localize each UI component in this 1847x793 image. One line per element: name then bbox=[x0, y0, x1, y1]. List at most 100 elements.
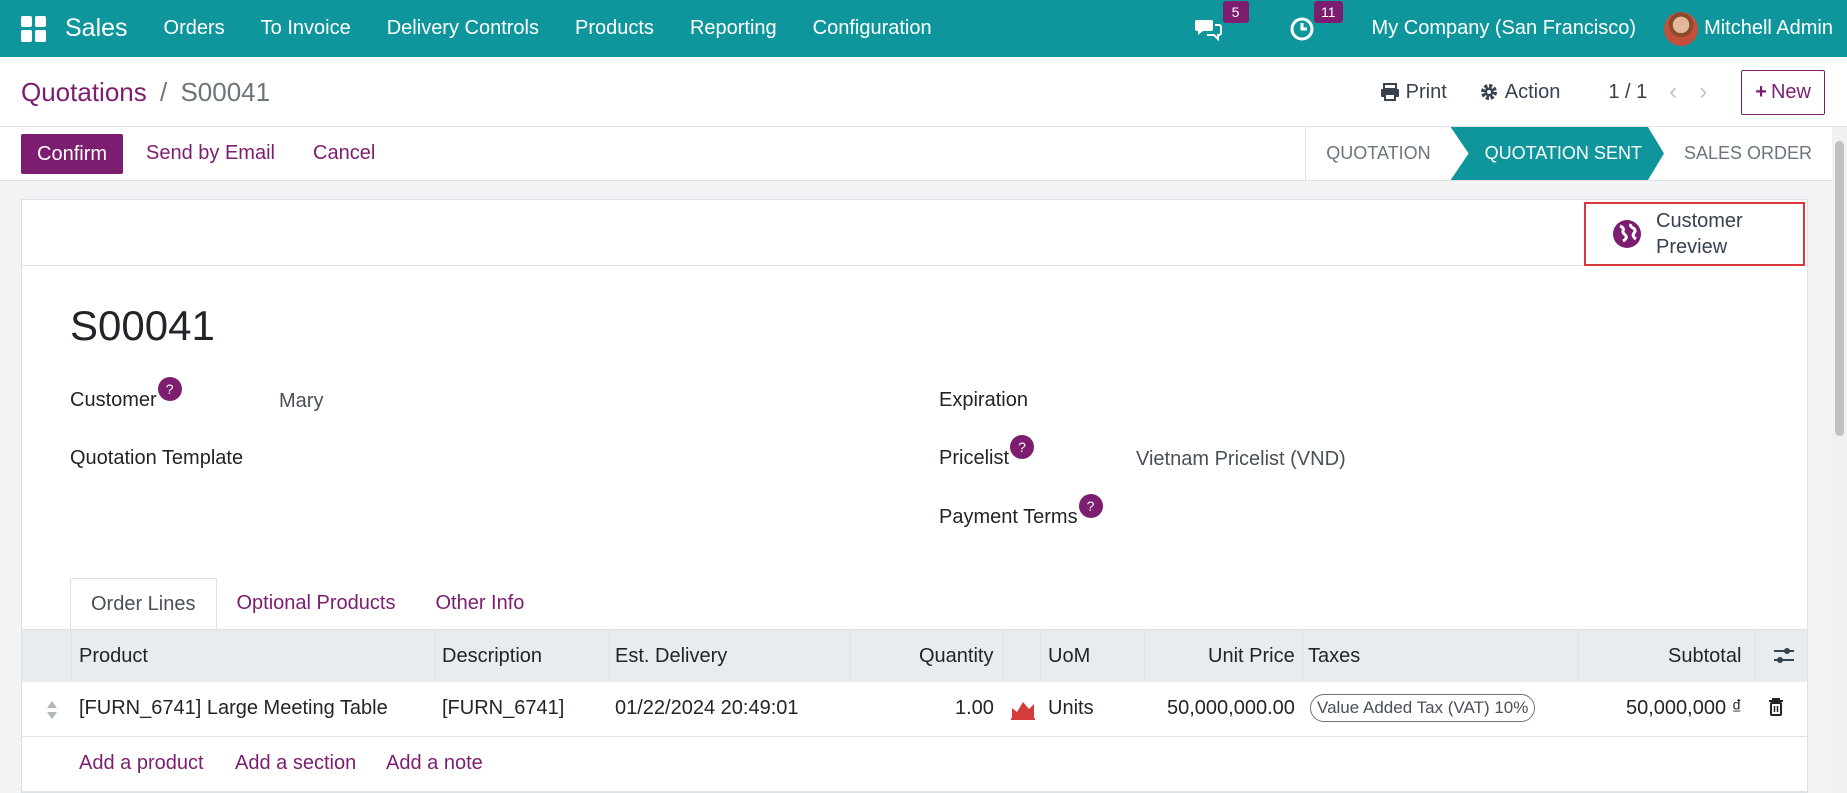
add-line-row: Add a product Add a section Add a note bbox=[22, 737, 1807, 792]
breadcrumb: Quotations / S00041 bbox=[21, 77, 270, 108]
stage-sales-order[interactable]: SALES ORDER bbox=[1664, 127, 1832, 180]
column-separator bbox=[71, 630, 72, 683]
column-separator bbox=[1578, 630, 1579, 683]
user-menu[interactable]: Mitchell Admin bbox=[1704, 17, 1833, 40]
payment-terms-help-icon[interactable]: ? bbox=[1078, 494, 1103, 518]
record-title: S00041 bbox=[70, 302, 215, 349]
page-scrollbar[interactable] bbox=[1832, 127, 1847, 793]
customer-label: Customer? bbox=[70, 377, 182, 412]
form-action-bar: Confirm Send by Email Cancel QUOTATION Q… bbox=[0, 127, 1832, 181]
column-uom[interactable]: UoM bbox=[1048, 645, 1090, 668]
pager-next-icon[interactable]: › bbox=[1699, 78, 1707, 106]
print-button[interactable]: Print bbox=[1380, 81, 1447, 104]
line-product[interactable]: [FURN_6741] Large Meeting Table bbox=[79, 697, 388, 720]
column-product[interactable]: Product bbox=[79, 645, 148, 668]
control-panel-actions: Print Action 1 / 1 ‹ › + New bbox=[1348, 67, 1825, 117]
cancel-button[interactable]: Cancel bbox=[313, 142, 375, 165]
optional-columns-icon[interactable] bbox=[1773, 646, 1795, 666]
payment-terms-label: Payment Terms? bbox=[939, 494, 1103, 529]
tab-order-lines[interactable]: Order Lines bbox=[70, 578, 217, 630]
app-brand[interactable]: Sales bbox=[65, 14, 128, 43]
customer-help-icon[interactable]: ? bbox=[157, 377, 182, 401]
messages-badge: 5 bbox=[1222, 0, 1249, 23]
expiration-label: Expiration bbox=[939, 389, 1028, 411]
customer-preview-button[interactable]: Customer Preview bbox=[1584, 202, 1805, 266]
column-separator bbox=[1144, 630, 1145, 683]
activities-clock-icon[interactable]: 11 bbox=[1288, 0, 1343, 43]
stage-quotation-sent[interactable]: QUOTATION SENT bbox=[1451, 127, 1664, 180]
column-subtotal[interactable]: Subtotal bbox=[1668, 645, 1741, 668]
customer-preview-line1: Customer bbox=[1656, 210, 1743, 232]
pricelist-field[interactable]: Vietnam Pricelist (VND) bbox=[1136, 448, 1346, 471]
smart-button-box: Customer Preview bbox=[22, 200, 1807, 266]
menu-orders[interactable]: Orders bbox=[146, 17, 243, 40]
line-uom[interactable]: Units bbox=[1048, 697, 1094, 720]
scrollbar-thumb[interactable] bbox=[1835, 141, 1844, 436]
pager-value[interactable]: 1 / 1 bbox=[1608, 81, 1647, 104]
control-panel: Quotations / S00041 Print Action 1 / 1 ‹… bbox=[0, 57, 1847, 127]
column-separator bbox=[1755, 630, 1756, 683]
breadcrumb-quotations[interactable]: Quotations bbox=[21, 77, 147, 107]
stage-quotation[interactable]: QUOTATION bbox=[1306, 127, 1450, 180]
top-navbar: Sales Orders To Invoice Delivery Control… bbox=[0, 0, 1847, 57]
column-separator bbox=[435, 630, 436, 683]
pricelist-label-text: Pricelist bbox=[939, 447, 1010, 469]
company-switcher[interactable]: My Company (San Francisco) bbox=[1372, 17, 1637, 40]
menu-to-invoice[interactable]: To Invoice bbox=[243, 17, 369, 40]
column-separator bbox=[609, 630, 610, 683]
user-avatar[interactable] bbox=[1664, 11, 1699, 46]
line-tax-tag[interactable]: Value Added Tax (VAT) 10% bbox=[1310, 694, 1536, 722]
column-separator bbox=[850, 630, 851, 683]
customer-preview-line2: Preview bbox=[1656, 236, 1728, 258]
messages-icon[interactable]: 5 bbox=[1194, 0, 1249, 43]
add-note-link[interactable]: Add a note bbox=[386, 752, 483, 775]
breadcrumb-separator: / bbox=[159, 77, 168, 107]
column-quantity[interactable]: Quantity bbox=[919, 645, 993, 668]
action-button[interactable]: Action bbox=[1479, 80, 1561, 104]
new-label: New bbox=[1770, 80, 1811, 103]
pricelist-label: Pricelist? bbox=[939, 435, 1035, 470]
quotation-template-label: Quotation Template bbox=[70, 447, 244, 469]
column-est-delivery[interactable]: Est. Delivery bbox=[615, 645, 727, 668]
trash-icon[interactable] bbox=[1768, 697, 1784, 717]
print-label: Print bbox=[1405, 80, 1447, 103]
navbar-systray: 5 11 My Company (San Francisco) Mitchell… bbox=[1194, 0, 1847, 57]
add-product-link[interactable]: Add a product bbox=[79, 752, 204, 775]
status-bar: QUOTATION QUOTATION SENT SALES ORDER bbox=[1305, 127, 1832, 180]
confirm-button[interactable]: Confirm bbox=[21, 134, 124, 174]
line-subtotal: 50,000,000 ₫ bbox=[1626, 697, 1742, 719]
line-delivery[interactable]: 01/22/2024 20:49:01 bbox=[615, 697, 799, 720]
menu-products[interactable]: Products bbox=[557, 17, 672, 40]
tab-optional-products[interactable]: Optional Products bbox=[217, 578, 416, 630]
order-lines-header: Product Description Est. Delivery Quanti… bbox=[22, 629, 1807, 683]
column-description[interactable]: Description bbox=[442, 645, 542, 668]
column-unit-price[interactable]: Unit Price bbox=[1208, 645, 1295, 668]
customer-field[interactable]: Mary bbox=[279, 390, 323, 413]
column-separator bbox=[1003, 630, 1004, 683]
tab-other-info[interactable]: Other Info bbox=[415, 578, 544, 630]
pricelist-help-icon[interactable]: ? bbox=[1010, 435, 1035, 459]
form-sheet: Customer Preview S00041 Customer? Mary Q… bbox=[21, 199, 1808, 793]
breadcrumb-current: S00041 bbox=[180, 77, 271, 107]
table-row[interactable]: [FURN_6741] Large Meeting Table [FURN_67… bbox=[22, 682, 1807, 737]
menu-reporting[interactable]: Reporting bbox=[672, 17, 795, 40]
gear-icon bbox=[1480, 84, 1497, 100]
send-by-email-button[interactable]: Send by Email bbox=[146, 142, 275, 165]
column-separator bbox=[1302, 630, 1303, 683]
action-label: Action bbox=[1504, 80, 1561, 103]
drag-handle-icon[interactable] bbox=[46, 700, 58, 720]
column-taxes[interactable]: Taxes bbox=[1308, 645, 1360, 668]
menu-delivery-controls[interactable]: Delivery Controls bbox=[369, 17, 557, 40]
new-button[interactable]: + New bbox=[1741, 69, 1825, 115]
customer-preview-label: Customer Preview bbox=[1656, 208, 1743, 260]
add-section-link[interactable]: Add a section bbox=[235, 752, 356, 775]
line-quantity[interactable]: 1.00 bbox=[955, 697, 994, 720]
line-description[interactable]: [FURN_6741] bbox=[442, 697, 564, 720]
forecast-chart-icon[interactable] bbox=[1010, 698, 1036, 720]
pager-previous-icon[interactable]: ‹ bbox=[1669, 78, 1677, 106]
line-unit-price[interactable]: 50,000,000.00 bbox=[1167, 697, 1295, 720]
menu-configuration[interactable]: Configuration bbox=[795, 17, 950, 40]
notebook-tabs: Order Lines Optional Products Other Info bbox=[70, 578, 544, 630]
apps-menu-icon[interactable] bbox=[21, 15, 47, 42]
column-separator bbox=[1040, 630, 1041, 683]
